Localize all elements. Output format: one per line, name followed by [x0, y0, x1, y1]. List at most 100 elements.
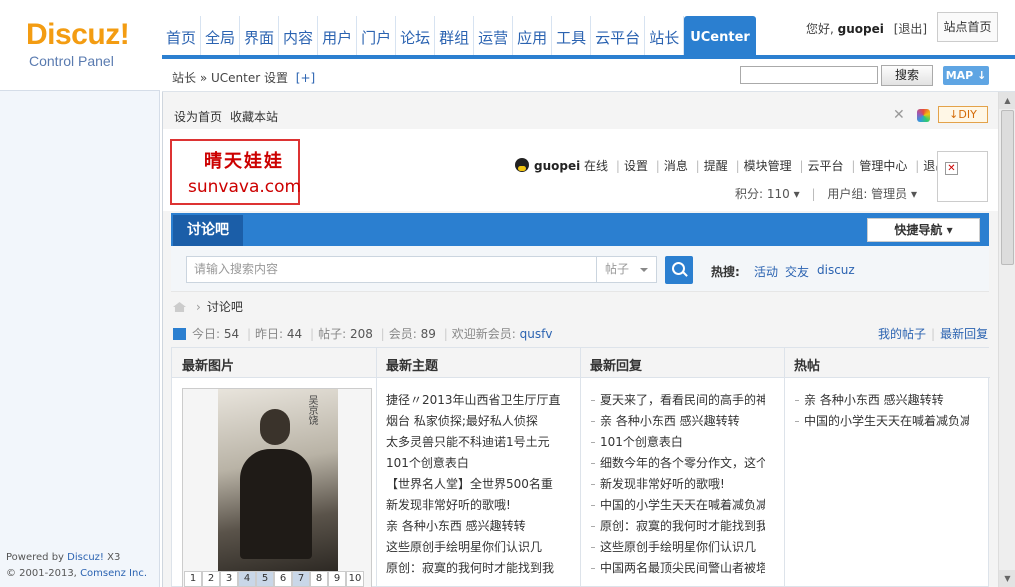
- favorite-site-link[interactable]: 收藏本站: [230, 108, 278, 125]
- admin-search-input[interactable]: [740, 66, 878, 84]
- list-item[interactable]: 【世界名人堂】全世界500名重: [386, 474, 561, 495]
- topnav-item-tools[interactable]: 工具: [552, 16, 592, 56]
- pager-item[interactable]: 5: [256, 571, 274, 587]
- credits-menu[interactable]: 积分: 110: [735, 187, 790, 201]
- pager-item[interactable]: 2: [202, 571, 220, 587]
- topnav-item-home[interactable]: 首页: [162, 16, 202, 56]
- scroll-down-icon[interactable]: ▼: [999, 570, 1015, 587]
- pager-item[interactable]: 9: [328, 571, 346, 587]
- admin-center-link[interactable]: 管理中心: [859, 159, 907, 173]
- topnav-item-global[interactable]: 全局: [201, 16, 241, 56]
- messages-link[interactable]: 消息: [664, 159, 688, 173]
- pager-item[interactable]: 8: [310, 571, 328, 587]
- switch-width-icon[interactable]: ✕: [893, 107, 905, 123]
- topnav-item-forum[interactable]: 论坛: [396, 16, 436, 56]
- frame-scrollbar[interactable]: ▲ ▼: [998, 92, 1015, 587]
- settings-link[interactable]: 设置: [624, 159, 648, 173]
- pager-item[interactable]: 1: [184, 571, 202, 587]
- hot-posts-list: 亲 各种小东西 感兴趣转转 中国的小学生天天在喊着减负减: [794, 390, 969, 432]
- topnav-item-portal[interactable]: 门户: [357, 16, 397, 56]
- posts-count: 208: [349, 327, 373, 341]
- topnav-item-content[interactable]: 内容: [279, 16, 319, 56]
- admin-user-info: 您好, guopei [退出]: [806, 20, 927, 37]
- user-group-menu[interactable]: 用户组: 管理员: [827, 187, 907, 201]
- cloud-link[interactable]: 云平台: [808, 159, 844, 173]
- scroll-thumb[interactable]: [1001, 110, 1014, 265]
- quick-nav-button[interactable]: 快捷导航 ▾: [867, 218, 980, 242]
- columns-header: 最新图片 最新主题 最新回复 热帖: [172, 348, 990, 378]
- search-type-select[interactable]: 帖子: [597, 256, 657, 283]
- today-count: 54: [223, 327, 240, 341]
- list-item[interactable]: 原创：寂寞的我何时才能找到我: [590, 516, 765, 537]
- list-item[interactable]: 太多灵兽只能不科迪诺1号土元: [386, 432, 561, 453]
- yesterday-label: 昨日:: [255, 327, 284, 341]
- list-item[interactable]: 亲 各种小东西 感兴趣转转: [590, 411, 765, 432]
- list-item[interactable]: 原创：寂寞的我何时才能找到我: [386, 558, 561, 579]
- discuz-link[interactable]: Discuz!: [67, 552, 104, 563]
- hot-search-link[interactable]: 活动: [754, 263, 778, 280]
- list-item[interactable]: 中国两名最顶尖民间警山者被塔: [590, 558, 765, 579]
- site-home-button[interactable]: 站点首页: [937, 12, 998, 42]
- latest-image[interactable]: 吴京饶: [218, 389, 338, 574]
- hot-search-link[interactable]: discuz: [817, 263, 855, 277]
- nav-tab-discuss[interactable]: 讨论吧: [173, 215, 243, 246]
- map-button-label: MAP: [945, 69, 974, 82]
- notifications-link[interactable]: 提醒: [704, 159, 728, 173]
- topnav-item-group[interactable]: 群组: [435, 16, 475, 56]
- list-item[interactable]: 夏天来了，看看民间的高手的神: [590, 390, 765, 411]
- list-item[interactable]: 新发现非常好听的歌哦!: [386, 495, 561, 516]
- latest-replies-link[interactable]: 最新回复: [940, 327, 988, 341]
- admin-search-button[interactable]: 搜索: [881, 65, 933, 86]
- forum-search-bar: 请输入搜索内容 帖子 热搜: 活动 交友 discuz: [171, 246, 989, 292]
- home-icon[interactable]: [173, 302, 186, 312]
- diy-button[interactable]: ↓DIY: [938, 106, 988, 123]
- forum-search-input[interactable]: 请输入搜索内容: [186, 256, 597, 283]
- forum-breadcrumb: › 讨论吧: [173, 298, 243, 315]
- powered-prefix: Powered by: [6, 552, 64, 563]
- list-item[interactable]: 这些原创手绘明星你们认识几: [590, 537, 765, 558]
- powered-by: Powered by Discuz! X3 © 2001-2013, Comse…: [6, 550, 147, 582]
- topnav-item-cloud[interactable]: 云平台: [591, 16, 646, 56]
- logout-link[interactable]: [退出]: [894, 22, 927, 36]
- module-manage-link[interactable]: 模块管理: [744, 159, 792, 173]
- scroll-up-icon[interactable]: ▲: [999, 92, 1015, 109]
- list-item[interactable]: 中国的小学生天天在喊着减负减: [794, 411, 969, 432]
- list-item[interactable]: 这些原创手绘明星你们认识几: [386, 537, 561, 558]
- list-item[interactable]: 烟台 私家侦探;最好私人侦探: [386, 411, 561, 432]
- my-posts-link[interactable]: 我的帖子: [878, 327, 926, 341]
- pager-item[interactable]: 7: [292, 571, 310, 587]
- my-links: 我的帖子 | 最新回复: [878, 327, 989, 341]
- pager-item[interactable]: 6: [274, 571, 292, 587]
- topnav-item-user[interactable]: 用户: [318, 16, 358, 56]
- list-item[interactable]: 101个创意表白: [386, 453, 561, 474]
- comsenz-link[interactable]: Comsenz Inc.: [80, 568, 147, 579]
- topnav-item-apps[interactable]: 应用: [513, 16, 553, 56]
- list-item[interactable]: 新发现非常好听的歌哦!: [590, 474, 765, 495]
- list-item[interactable]: 中国的小学生天天在喊着减负减: [590, 495, 765, 516]
- set-home-link[interactable]: 设为首页: [174, 108, 222, 125]
- list-item[interactable]: 细数今年的各个零分作文，这个: [590, 453, 765, 474]
- topnav-item-operation[interactable]: 运营: [474, 16, 514, 56]
- image-slider[interactable]: 吴京饶 1 2 3 4 5 6 7 8 9 10: [182, 388, 372, 587]
- avatar[interactable]: ✕: [937, 151, 988, 202]
- topnav-item-ucenter[interactable]: UCenter: [684, 16, 756, 56]
- list-item[interactable]: 亲 各种小东西 感兴趣转转: [794, 390, 969, 411]
- hot-search-link[interactable]: 交友: [785, 263, 809, 280]
- control-panel-logo[interactable]: Discuz! Control Panel: [0, 0, 160, 90]
- topnav-item-style[interactable]: 界面: [240, 16, 280, 56]
- color-scheme-icon[interactable]: [917, 109, 930, 122]
- add-shortcut-link[interactable]: [+]: [296, 71, 315, 85]
- forum-logo[interactable]: 晴天娃娃 sunvava.com: [170, 139, 301, 205]
- crumb-discuss-link[interactable]: 讨论吧: [207, 300, 243, 314]
- pager-item[interactable]: 4: [238, 571, 256, 587]
- pager-item[interactable]: 10: [346, 571, 364, 587]
- list-item[interactable]: 亲 各种小东西 感兴趣转转: [386, 516, 561, 537]
- list-item[interactable]: 捷径〃2013年山西省卫生厅厅直: [386, 390, 561, 411]
- search-icon[interactable]: [665, 256, 693, 284]
- forum-username[interactable]: guopei: [534, 159, 580, 173]
- map-button[interactable]: MAP ↓: [943, 66, 989, 85]
- pager-item[interactable]: 3: [220, 571, 238, 587]
- topnav-item-webmaster[interactable]: 站长: [645, 16, 685, 56]
- list-item[interactable]: 101个创意表白: [590, 432, 765, 453]
- new-member-link[interactable]: qusfv: [520, 327, 553, 341]
